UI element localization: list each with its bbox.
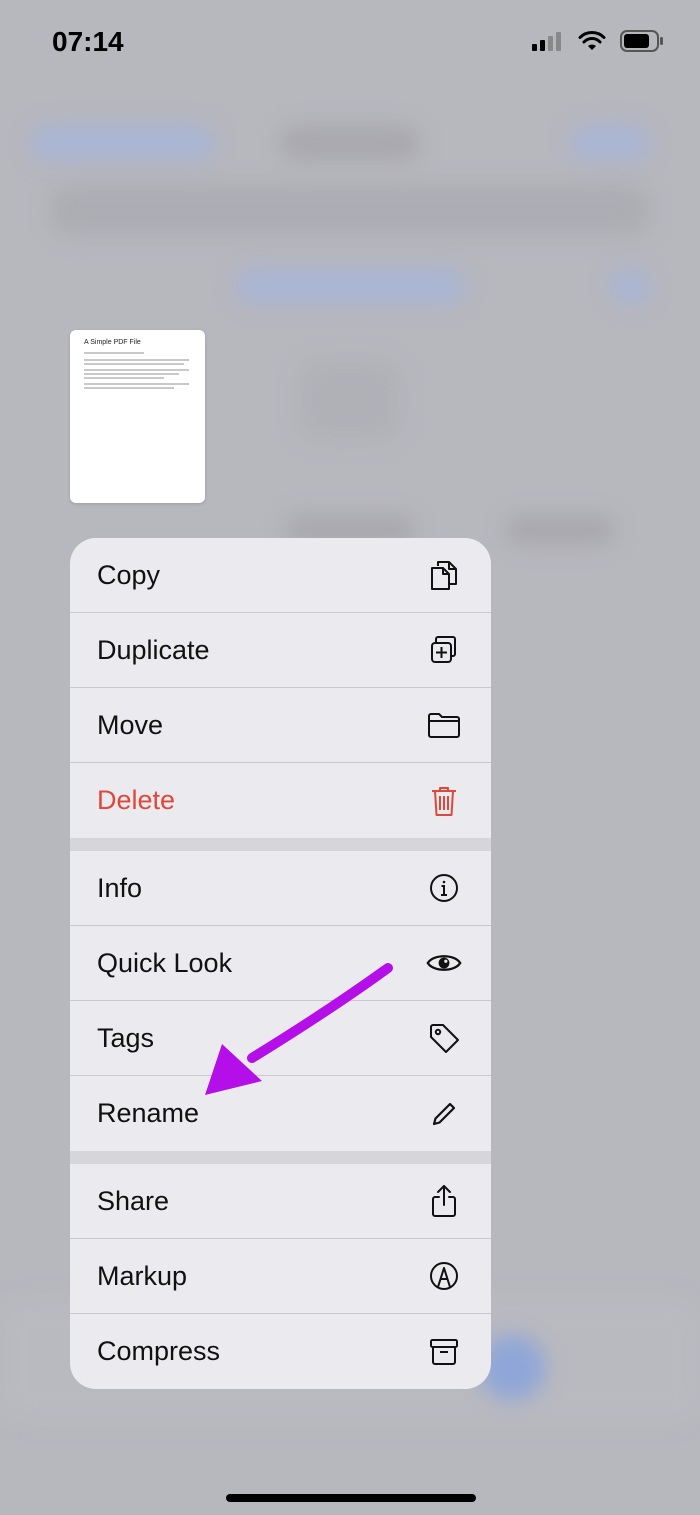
annotation-arrow [205,963,393,1095]
home-indicator [226,1494,476,1502]
